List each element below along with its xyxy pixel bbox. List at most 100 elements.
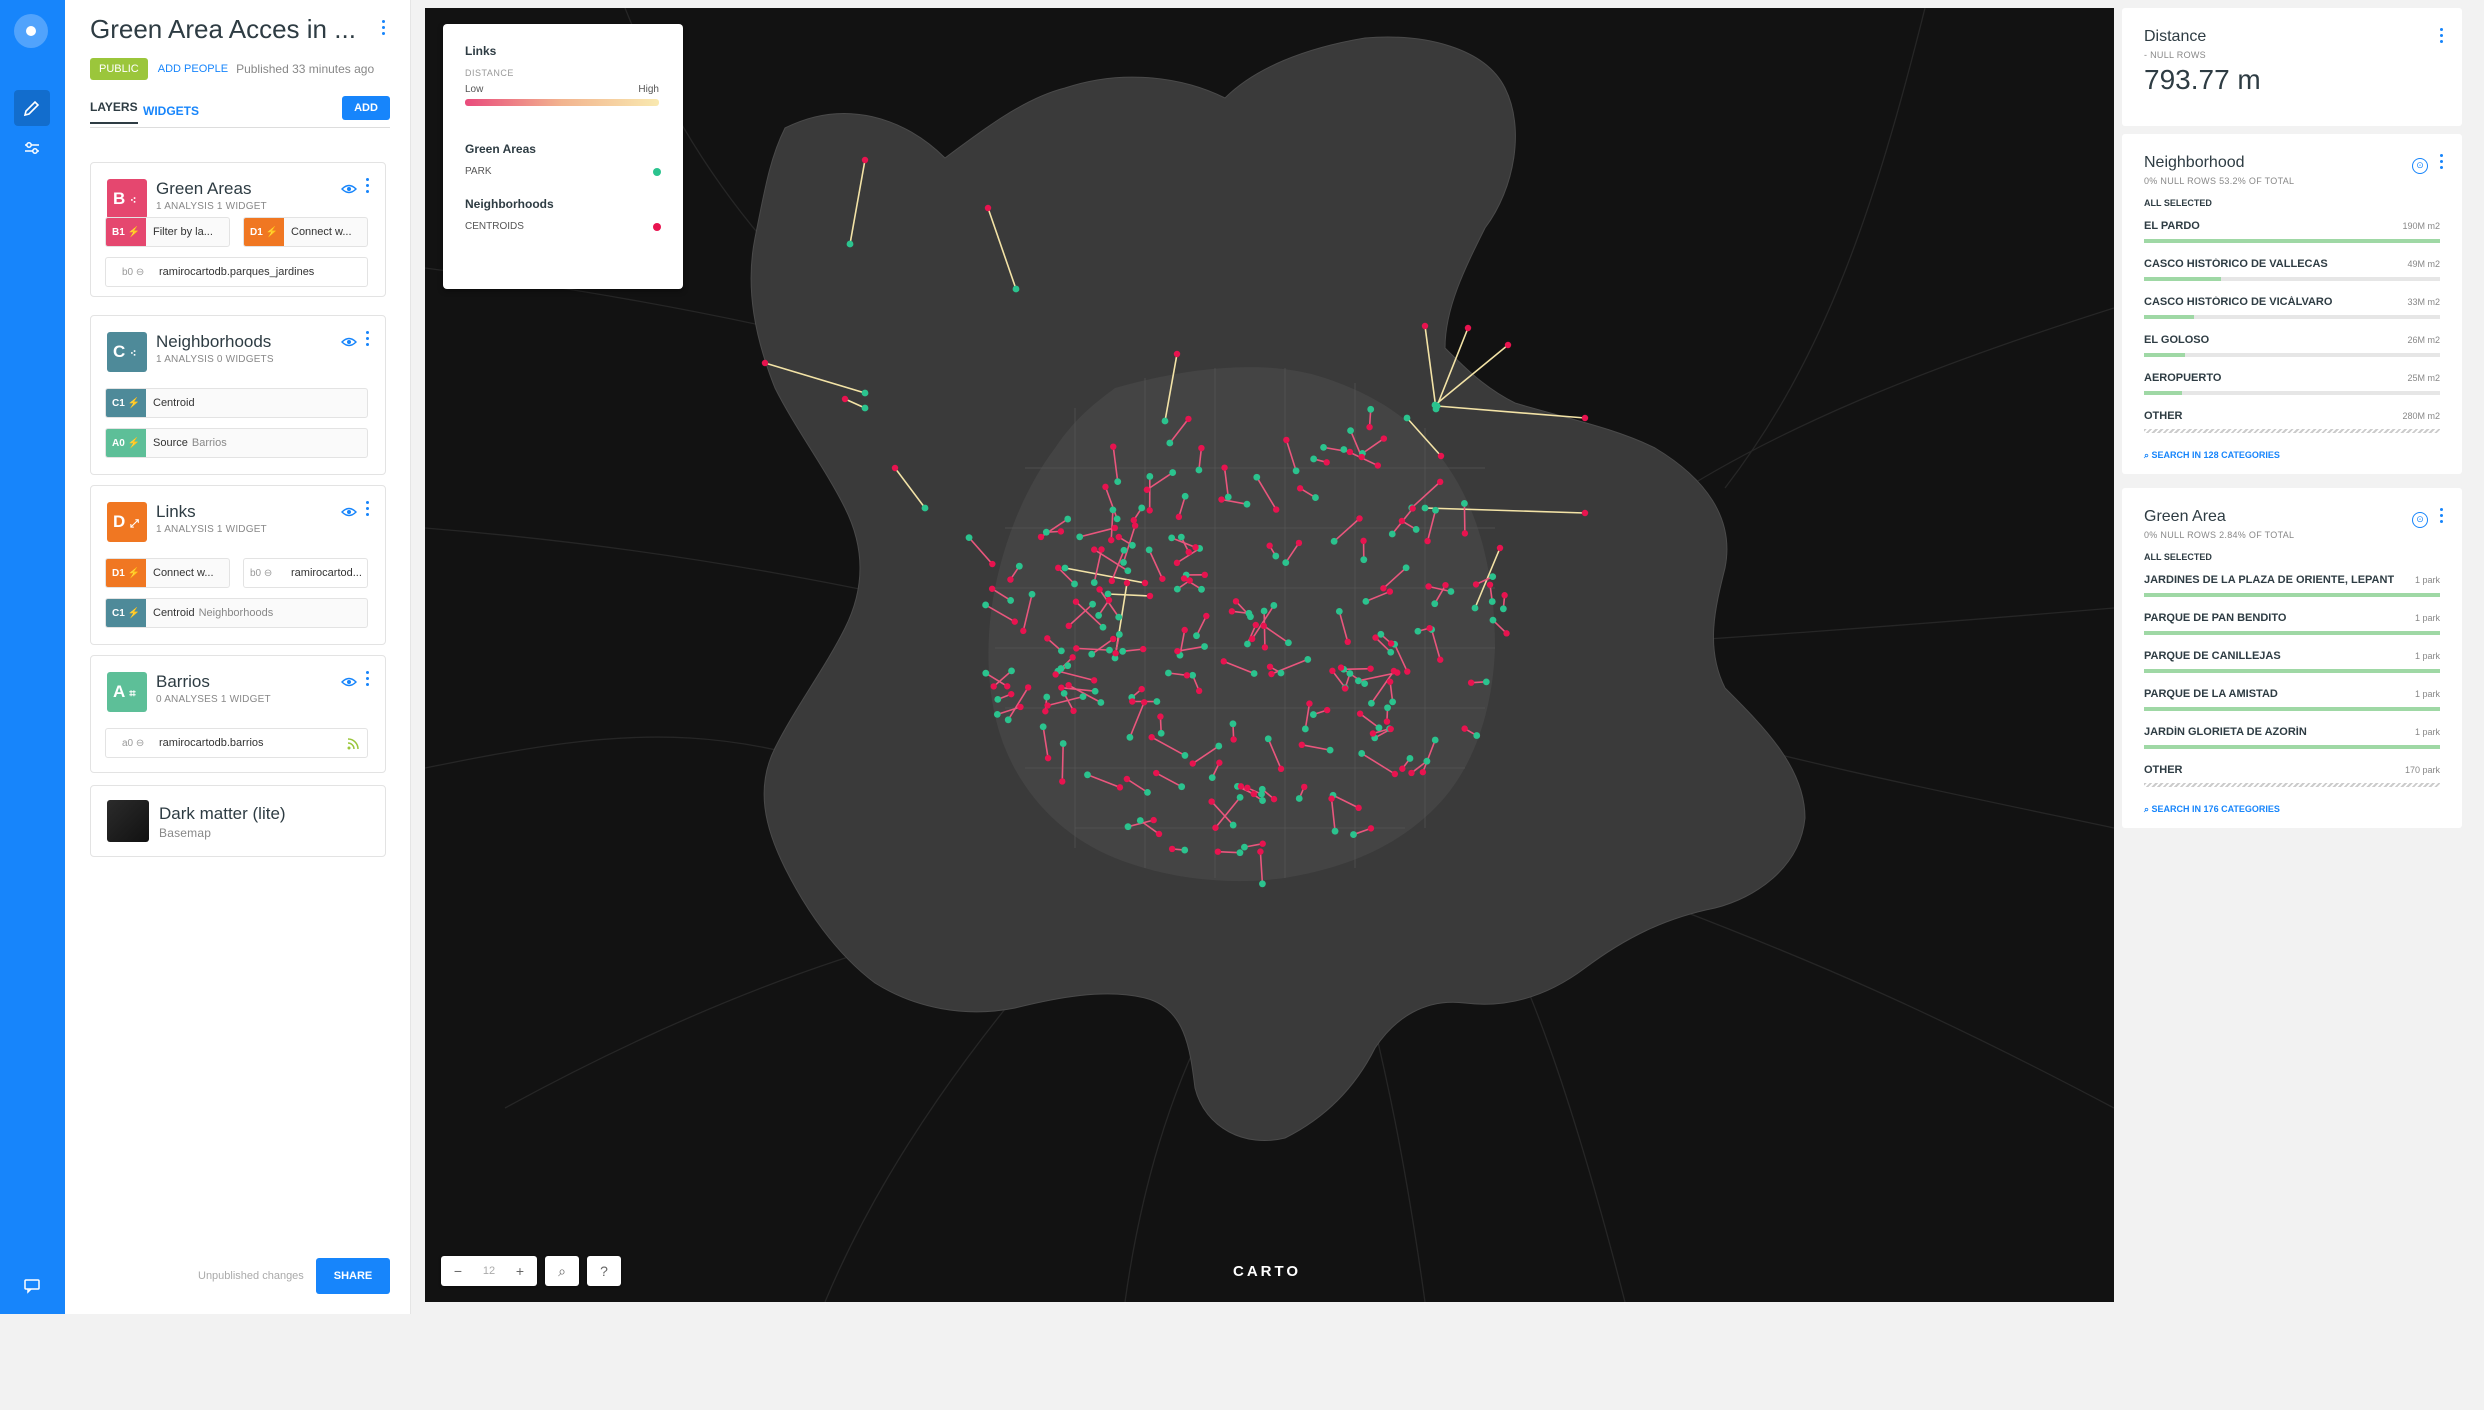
centroid-point[interactable] [989,586,995,592]
park-point[interactable] [1244,641,1251,648]
park-point[interactable] [1376,724,1383,731]
category-row[interactable]: OTHER280M m2 [2144,400,2440,436]
centroid-point[interactable] [1112,650,1118,656]
park-point[interactable] [1251,670,1258,677]
park-point[interactable] [1237,794,1244,801]
category-row[interactable]: PARQUE DE PAN BENDITO1 park [2144,602,2440,638]
centroid-point[interactable] [1424,538,1430,544]
zoom-out-button[interactable]: − [441,1263,475,1279]
layer-name[interactable]: Links [156,502,196,522]
centroid-point[interactable] [1345,639,1351,645]
centroid-point[interactable] [842,396,848,402]
basemap-card[interactable]: Dark matter (lite) Basemap [90,785,386,857]
centroid-point[interactable] [1221,464,1227,470]
centroid-point[interactable] [1109,578,1115,584]
park-point[interactable] [1473,732,1480,739]
centroid-point[interactable] [1473,581,1479,587]
park-point[interactable] [1403,564,1410,571]
centroid-point[interactable] [1356,515,1362,521]
widget-options-kebab-icon[interactable] [2440,508,2444,531]
centroid-point[interactable] [1059,778,1065,784]
park-point[interactable] [1296,795,1303,802]
park-point[interactable] [1431,600,1438,607]
park-point[interactable] [1327,747,1334,754]
centroid-point[interactable] [1438,453,1444,459]
centroid-point[interactable] [1425,583,1431,589]
centroid-point[interactable] [1098,546,1104,552]
park-point[interactable] [1182,493,1189,500]
centroid-point[interactable] [862,157,868,163]
centroid-point[interactable] [1198,445,1204,451]
centroid-point[interactable] [1273,506,1279,512]
park-point[interactable] [1005,716,1012,723]
centroid-point[interactable] [1497,545,1503,551]
park-point[interactable] [982,602,989,609]
category-row[interactable]: AEROPUERTO25M m2 [2144,362,2440,398]
park-point[interactable] [982,670,989,677]
park-point[interactable] [1367,406,1374,413]
centroid-point[interactable] [1157,713,1163,719]
park-point[interactable] [1040,723,1047,730]
centroid-point[interactable] [1380,585,1386,591]
add-layer-button[interactable]: ADD [342,96,390,120]
centroid-point[interactable] [1159,576,1165,582]
category-row[interactable]: JARDINES DE LA PLAZA DE ORIENTE, LEPANTO… [2144,564,2440,600]
centroid-point[interactable] [1501,592,1507,598]
park-point[interactable] [1331,538,1338,545]
layer-sync-icon[interactable]: ⊙ [2412,158,2428,174]
centroid-point[interactable] [1208,798,1214,804]
park-point[interactable] [1259,880,1266,887]
park-point[interactable] [1490,617,1497,624]
layer-options-kebab-icon[interactable] [366,501,370,524]
park-point[interactable] [1091,579,1098,586]
centroid-point[interactable] [1388,640,1394,646]
park-point[interactable] [1061,690,1068,697]
centroid-point[interactable] [1156,831,1162,837]
centroid-point[interactable] [1108,537,1114,543]
category-row[interactable]: OTHER170 park [2144,754,2440,790]
park-point[interactable] [1368,700,1375,707]
park-point[interactable] [1115,614,1122,621]
centroid-point[interactable] [1132,522,1138,528]
centroid-point[interactable] [1328,795,1334,801]
centroid-point[interactable] [989,561,995,567]
park-point[interactable] [1358,750,1365,757]
centroid-point[interactable] [1392,771,1398,777]
centroid-point[interactable] [1582,415,1588,421]
centroid-point[interactable] [1244,785,1250,791]
park-point[interactable] [1114,478,1121,485]
park-point[interactable] [1362,598,1369,605]
centroid-point[interactable] [1181,575,1187,581]
centroid-point[interactable] [762,360,768,366]
park-point[interactable] [1404,415,1411,422]
park-point[interactable] [922,505,929,512]
centroid-point[interactable] [1360,538,1366,544]
centroid-point[interactable] [1367,665,1373,671]
centroid-point[interactable] [1329,668,1335,674]
centroid-point[interactable] [1017,704,1023,710]
centroid-point[interactable] [1212,825,1218,831]
centroid-point[interactable] [1503,630,1509,636]
park-point[interactable] [1448,588,1455,595]
centroid-point[interactable] [1437,657,1443,663]
centroid-point[interactable] [1468,679,1474,685]
centroid-point[interactable] [1073,645,1079,651]
category-row[interactable]: CASCO HISTÓRICO DE VICÁLVARO33M m2 [2144,286,2440,322]
centroid-point[interactable] [1112,525,1118,531]
park-point[interactable] [1178,534,1185,541]
park-point[interactable] [1146,473,1153,480]
centroid-point[interactable] [1025,684,1031,690]
centroid-point[interactable] [1052,671,1058,677]
centroid-point[interactable] [1233,598,1239,604]
park-point[interactable] [1461,500,1468,507]
park-point[interactable] [1124,567,1131,574]
centroid-point[interactable] [1283,437,1289,443]
park-point[interactable] [1114,515,1121,522]
park-point[interactable] [1110,506,1117,513]
park-point[interactable] [1146,546,1153,553]
park-point[interactable] [1016,563,1023,570]
park-point[interactable] [1259,797,1266,804]
park-point[interactable] [1084,771,1091,778]
park-point[interactable] [1144,789,1151,796]
centroid-point[interactable] [1465,325,1471,331]
